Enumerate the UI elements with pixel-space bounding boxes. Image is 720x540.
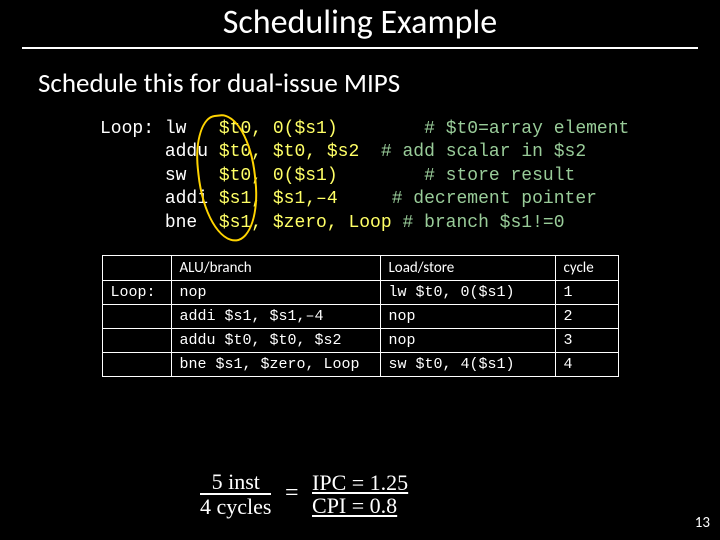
cell-cyc: 3 [555, 328, 618, 352]
cell-alu: addu $t0, $t0, $s2 [171, 328, 380, 352]
code-op-0: lw [165, 119, 187, 139]
th-label [102, 255, 171, 280]
code-cmt-4: # branch $s1!=0 [402, 213, 564, 233]
table-row: addu $t0, $t0, $s2 nop 3 [102, 328, 618, 352]
code-block: Loop: lw $t0, 0($s1) # $t0=array element… [100, 118, 720, 235]
code-args-4: $s1, $zero, Loop [219, 213, 392, 233]
cell-alu: addi $s1, $s1,–4 [171, 304, 380, 328]
table-row: addi $s1, $s1,–4 nop 2 [102, 304, 618, 328]
cell-ls: nop [380, 304, 555, 328]
title-rule [22, 47, 698, 49]
th-alu: ALU/branch [171, 255, 380, 280]
hw-ipc: IPC = 1.25 [312, 471, 408, 494]
page-title: Scheduling Example [0, 0, 720, 47]
th-ls: Load/store [380, 255, 555, 280]
table-header-row: ALU/branch Load/store cycle [102, 255, 618, 280]
hw-results: IPC = 1.25 CPI = 0.8 [312, 471, 408, 517]
handwritten-annotation: 5 inst 4 cycles = IPC = 1.25 CPI = 0.8 [200, 470, 408, 518]
cell-ls: lw $t0, 0($s1) [380, 280, 555, 304]
code-args-0: $t0, 0($s1) [219, 119, 338, 139]
cell-label [102, 352, 171, 376]
cell-cyc: 4 [555, 352, 618, 376]
hw-frac-bot: 4 cycles [200, 495, 271, 518]
code-op-3: addi [165, 189, 208, 209]
table-row: Loop: nop lw $t0, 0($s1) 1 [102, 280, 618, 304]
code-op-2: sw [165, 166, 187, 186]
page-number: 13 [695, 514, 710, 532]
cell-label [102, 328, 171, 352]
table-row: bne $s1, $zero, Loop sw $t0, 4($s1) 4 [102, 352, 618, 376]
hw-cpi: CPI = 0.8 [312, 494, 408, 517]
cell-alu: nop [171, 280, 380, 304]
code-op-4: bne [165, 213, 197, 233]
cell-ls: nop [380, 328, 555, 352]
code-cmt-2: # store result [424, 166, 575, 186]
cell-label: Loop: [102, 280, 171, 304]
equals-icon: = [285, 481, 299, 506]
code-cmt-1: # add scalar in $s2 [381, 142, 586, 162]
code-args-3: $s1, $s1,–4 [219, 189, 338, 209]
slide: Scheduling Example Schedule this for dua… [0, 0, 720, 540]
cell-ls: sw $t0, 4($s1) [380, 352, 555, 376]
code-args-1: $t0, $t0, $s2 [219, 142, 359, 162]
code-cmt-3: # decrement pointer [392, 189, 597, 209]
th-cycle: cycle [555, 255, 618, 280]
code-label: Loop: [100, 119, 154, 139]
code-cmt-0: # $t0=array element [424, 119, 629, 139]
cell-cyc: 1 [555, 280, 618, 304]
cell-label [102, 304, 171, 328]
hw-frac-top: 5 inst [200, 470, 271, 495]
cell-cyc: 2 [555, 304, 618, 328]
code-op-1: addu [165, 142, 208, 162]
cell-alu: bne $s1, $zero, Loop [171, 352, 380, 376]
code-args-2: $t0, 0($s1) [219, 166, 338, 186]
schedule-table: ALU/branch Load/store cycle Loop: nop lw… [102, 255, 619, 377]
hw-fraction: 5 inst 4 cycles [200, 470, 271, 518]
subtitle: Schedule this for dual-issue MIPS [38, 67, 720, 100]
